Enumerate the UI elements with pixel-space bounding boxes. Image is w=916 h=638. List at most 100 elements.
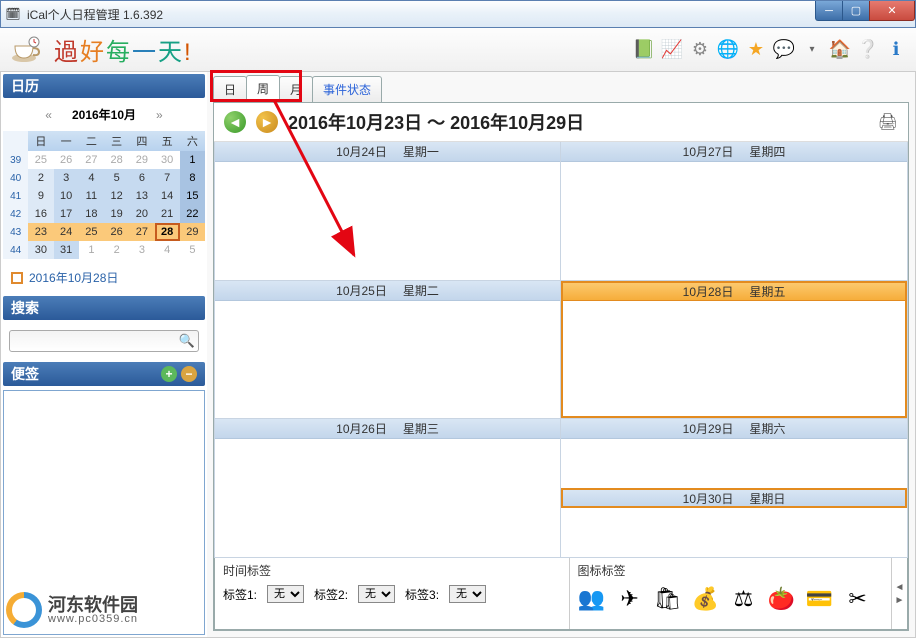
- calendar-day[interactable]: 21: [155, 205, 180, 223]
- calendar-day[interactable]: 26: [54, 151, 79, 169]
- info-icon[interactable]: ℹ: [886, 40, 906, 60]
- calendar-day[interactable]: 1: [180, 151, 205, 169]
- bag-icon[interactable]: 🛍: [654, 585, 682, 613]
- calendar-day[interactable]: 28: [155, 223, 180, 241]
- calendar-day[interactable]: 6: [129, 169, 154, 187]
- tag-select[interactable]: 无: [267, 585, 304, 603]
- next-month-button[interactable]: »: [148, 108, 171, 122]
- calendar-day[interactable]: 22: [180, 205, 205, 223]
- calendar-day[interactable]: 13: [129, 187, 154, 205]
- day-body[interactable]: [215, 162, 560, 280]
- scroll-right-icon[interactable]: ►: [895, 595, 905, 606]
- day-body[interactable]: [561, 162, 907, 280]
- week-day-cell[interactable]: 10月27日星期四: [561, 142, 908, 281]
- calendar-day[interactable]: 24: [54, 223, 79, 241]
- calendar-day[interactable]: 12: [104, 187, 129, 205]
- calendar-day[interactable]: 4: [155, 241, 180, 259]
- tag-select[interactable]: 无: [358, 585, 395, 603]
- day-body[interactable]: [215, 301, 560, 419]
- tomato-icon[interactable]: 🍅: [768, 585, 796, 613]
- prev-month-button[interactable]: «: [37, 108, 60, 122]
- calendar-day[interactable]: 26: [104, 223, 129, 241]
- day-body[interactable]: [561, 301, 907, 419]
- calendar-day[interactable]: 16: [28, 205, 53, 223]
- tab-week[interactable]: 周: [246, 75, 280, 102]
- calendar-day[interactable]: 19: [104, 205, 129, 223]
- calendar-day[interactable]: 3: [129, 241, 154, 259]
- calendar-day[interactable]: 29: [180, 223, 205, 241]
- week-view: ◄ ► 2016年10月23日 ～ 2016年10月29日 🖨 10月24日星期…: [213, 102, 909, 631]
- remove-note-button[interactable]: −: [181, 366, 197, 382]
- search-icon[interactable]: 🔍: [179, 333, 195, 349]
- next-week-button[interactable]: ►: [256, 111, 278, 133]
- help-icon[interactable]: ❔: [858, 40, 878, 60]
- calendar-day[interactable]: 17: [54, 205, 79, 223]
- slogan-text: 過好每一天!: [54, 32, 193, 67]
- week-day-cell[interactable]: 10月25日星期二: [214, 281, 561, 420]
- calendar-day[interactable]: 1: [79, 241, 104, 259]
- calendar-day[interactable]: 10: [54, 187, 79, 205]
- week-day-cell[interactable]: 10月29日星期六10月30日星期日: [561, 419, 908, 558]
- home-icon[interactable]: 🏠: [830, 40, 850, 60]
- calendar-day[interactable]: 25: [28, 151, 53, 169]
- window-titlebar: 🗓 iCal个人日程管理 1.6.392 ─ ▢ ✕: [0, 0, 916, 28]
- calendar-day[interactable]: 29: [129, 151, 154, 169]
- print-icon[interactable]: 🖨: [878, 112, 898, 132]
- chat-icon[interactable]: 💬: [774, 40, 794, 60]
- chart-icon[interactable]: 📈: [662, 40, 682, 60]
- calendar-day[interactable]: 27: [129, 223, 154, 241]
- prev-week-button[interactable]: ◄: [224, 111, 246, 133]
- close-button[interactable]: ✕: [869, 1, 915, 21]
- dropdown-icon[interactable]: ▾: [802, 40, 822, 60]
- calendar-day[interactable]: 2: [28, 169, 53, 187]
- week-day-cell[interactable]: 10月24日星期一: [214, 142, 561, 281]
- minimize-button[interactable]: ─: [815, 1, 843, 21]
- calendar-day[interactable]: 15: [180, 187, 205, 205]
- calendar-day[interactable]: 23: [28, 223, 53, 241]
- scroll-left-icon[interactable]: ◄: [895, 582, 905, 593]
- money-icon[interactable]: 💰: [692, 585, 720, 613]
- mini-calendar[interactable]: 日一二三四五六 39252627282930140234567841910111…: [3, 131, 205, 259]
- today-link[interactable]: 2016年10月28日: [3, 263, 205, 292]
- calendar-day[interactable]: 3: [54, 169, 79, 187]
- calendar-day[interactable]: 11: [79, 187, 104, 205]
- day-body[interactable]: [215, 439, 560, 557]
- star-icon[interactable]: ★: [746, 40, 766, 60]
- people-icon[interactable]: 👥: [578, 585, 606, 613]
- app-logo: 過好每一天!: [10, 32, 193, 67]
- calendar-day[interactable]: 8: [180, 169, 205, 187]
- calendar-day[interactable]: 5: [180, 241, 205, 259]
- calendar-day[interactable]: 18: [79, 205, 104, 223]
- maximize-button[interactable]: ▢: [842, 1, 870, 21]
- calendar-day[interactable]: 25: [79, 223, 104, 241]
- book-icon[interactable]: 📗: [634, 40, 654, 60]
- calendar-day[interactable]: 2: [104, 241, 129, 259]
- plane-icon[interactable]: ✈: [616, 585, 644, 613]
- tab-month[interactable]: 月: [279, 76, 313, 102]
- calendar-day[interactable]: 14: [155, 187, 180, 205]
- calendar-day[interactable]: 9: [28, 187, 53, 205]
- calendar-day[interactable]: 7: [155, 169, 180, 187]
- tab-event-status[interactable]: 事件状态: [312, 76, 382, 102]
- add-note-button[interactable]: +: [161, 366, 177, 382]
- globe-icon[interactable]: 🌐: [718, 40, 738, 60]
- gear-icon[interactable]: ⚙: [690, 40, 710, 60]
- day-body[interactable]: [561, 508, 907, 557]
- calendar-day[interactable]: 4: [79, 169, 104, 187]
- tab-day[interactable]: 日: [213, 76, 247, 102]
- scissors-icon[interactable]: ✂: [844, 585, 872, 613]
- calendar-day[interactable]: 28: [104, 151, 129, 169]
- calendar-day[interactable]: 20: [129, 205, 154, 223]
- calendar-day[interactable]: 27: [79, 151, 104, 169]
- card-icon[interactable]: 💳: [806, 585, 834, 613]
- calendar-day[interactable]: 30: [28, 241, 53, 259]
- week-day-cell[interactable]: 10月28日星期五: [561, 281, 908, 420]
- day-body[interactable]: [561, 439, 907, 488]
- calendar-day[interactable]: 31: [54, 241, 79, 259]
- scale-icon[interactable]: ⚖: [730, 585, 758, 613]
- tag-select[interactable]: 无: [449, 585, 486, 603]
- calendar-day[interactable]: 5: [104, 169, 129, 187]
- search-input[interactable]: [9, 330, 199, 352]
- week-day-cell[interactable]: 10月26日星期三: [214, 419, 561, 558]
- calendar-day[interactable]: 30: [155, 151, 180, 169]
